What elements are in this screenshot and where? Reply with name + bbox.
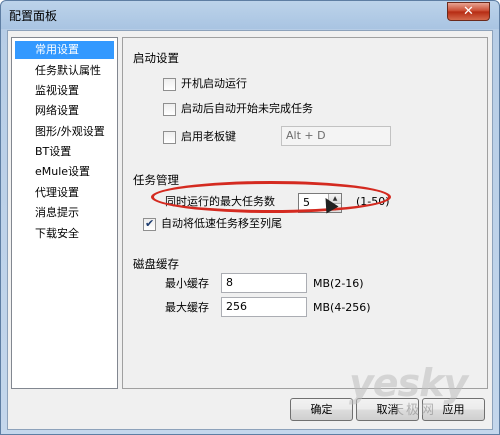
nav-item-appearance[interactable]: 图形/外观设置	[15, 123, 105, 141]
task-section-title: 任务管理	[133, 173, 179, 187]
close-button[interactable]: ✕	[447, 2, 490, 21]
cache-section-title: 磁盘缓存	[133, 257, 179, 271]
autostart-label: 开机启动运行	[181, 77, 247, 90]
config-window: 配置面板 ✕ 常用设置 任务默认属性 监视设置 网络设置 图形/外观设置 BT设…	[0, 0, 500, 435]
ok-button[interactable]: 确定	[290, 398, 353, 421]
min-cache-unit: MB(2-16)	[313, 277, 364, 290]
startup-section-title: 启动设置	[133, 51, 179, 65]
cancel-button[interactable]: 取消	[356, 398, 419, 421]
title-bar[interactable]: 配置面板 ✕	[1, 1, 499, 29]
max-cache-unit: MB(4-256)	[313, 301, 371, 314]
auto-move-checkbox[interactable]	[143, 216, 156, 232]
nav-item-download-security[interactable]: 下载安全	[15, 225, 79, 243]
auto-resume-checkbox[interactable]	[163, 103, 176, 116]
apply-button[interactable]: 应用	[422, 398, 485, 421]
max-cache-input[interactable]: 256	[221, 297, 307, 317]
settings-panel: 启动设置 开机启动运行 启动后自动开始未完成任务 启用老板键 Alt + D 任…	[122, 37, 488, 389]
window-title: 配置面板	[9, 9, 58, 23]
nav-item-network[interactable]: 网络设置	[15, 102, 79, 120]
nav-item-bt[interactable]: BT设置	[15, 143, 71, 161]
max-tasks-range: (1-50)	[356, 195, 390, 208]
max-tasks-value: 5	[303, 196, 310, 209]
max-cache-label: 最大缓存	[165, 301, 209, 314]
min-cache-input[interactable]: 8	[221, 273, 307, 293]
boss-key-label: 启用老板键	[181, 130, 236, 143]
auto-move-label: 自动将低速任务移至列尾	[161, 217, 282, 230]
nav-item-proxy[interactable]: 代理设置	[15, 184, 79, 202]
nav-item-emule[interactable]: eMule设置	[15, 163, 90, 181]
boss-key-checkbox[interactable]	[163, 131, 176, 144]
boss-key-input[interactable]: Alt + D	[281, 126, 391, 146]
nav-item-task-defaults[interactable]: 任务默认属性	[15, 62, 101, 80]
nav-item-monitor[interactable]: 监视设置	[15, 82, 79, 100]
nav-item-general[interactable]: 常用设置	[15, 41, 114, 59]
nav-item-notifications[interactable]: 消息提示	[15, 204, 79, 222]
client-area: 常用设置 任务默认属性 监视设置 网络设置 图形/外观设置 BT设置 eMule…	[7, 30, 493, 430]
max-tasks-label: 同时运行的最大任务数	[165, 195, 275, 208]
auto-resume-label: 启动后自动开始未完成任务	[181, 102, 313, 115]
settings-nav: 常用设置 任务默认属性 监视设置 网络设置 图形/外观设置 BT设置 eMule…	[11, 37, 118, 389]
autostart-checkbox[interactable]	[163, 78, 176, 91]
min-cache-label: 最小缓存	[165, 277, 209, 290]
